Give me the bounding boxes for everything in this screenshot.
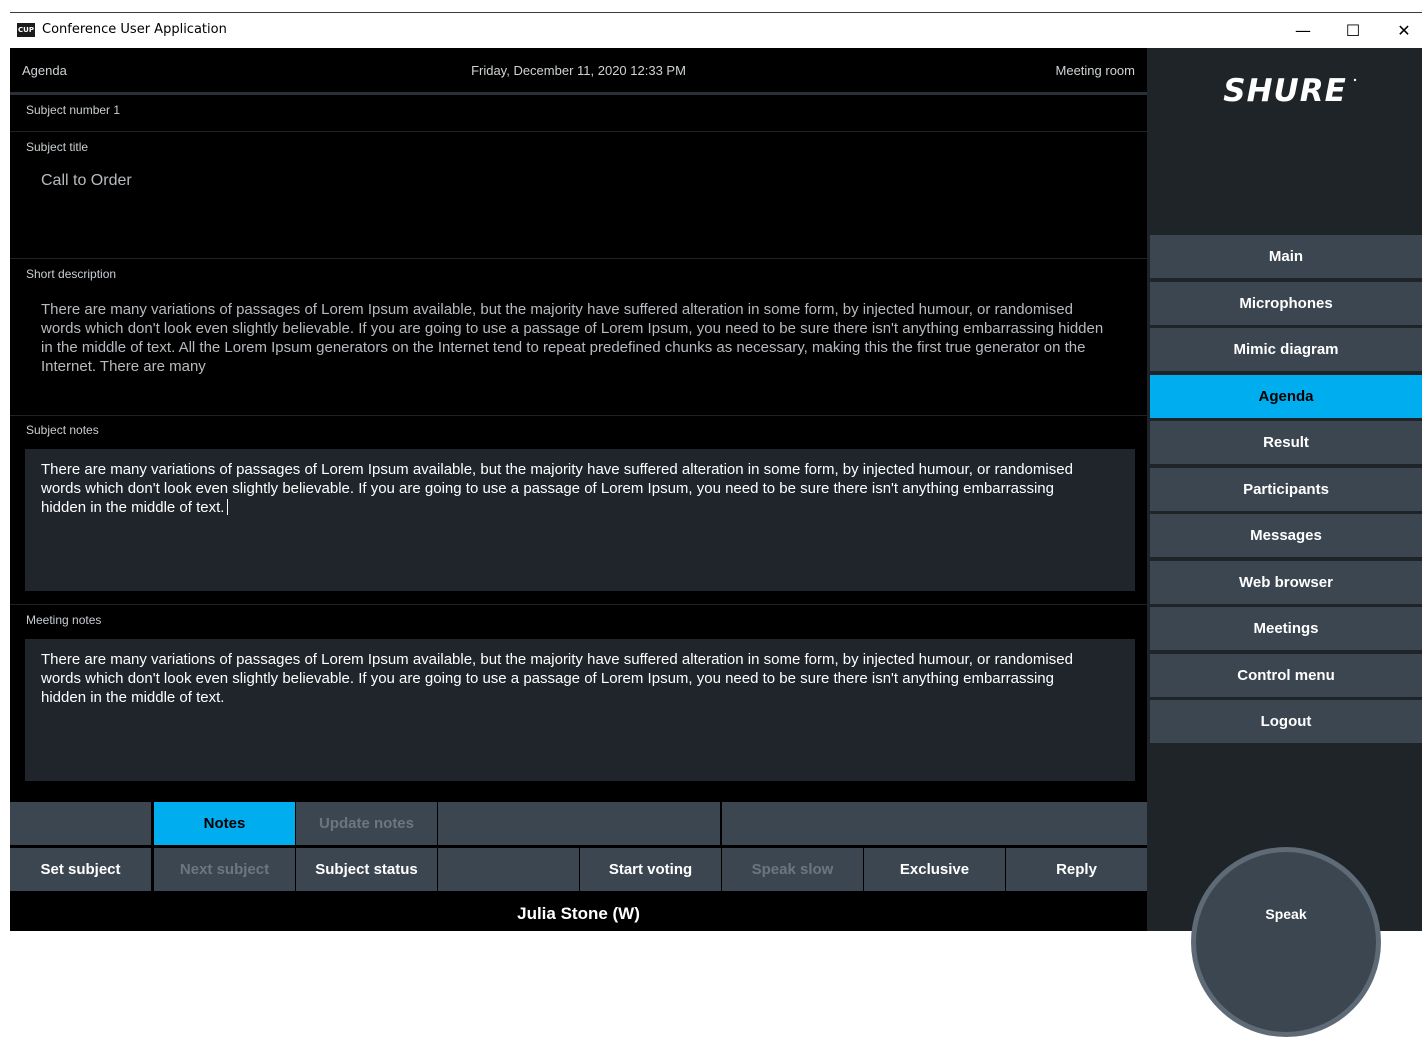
meeting-room-label: Meeting room <box>1055 63 1135 78</box>
speak-button[interactable]: Speak <box>1191 847 1381 1037</box>
nav-control-menu[interactable]: Control menu <box>1150 654 1422 697</box>
nav-meetings[interactable]: Meetings <box>1150 607 1422 650</box>
action-toolbar: Set subject Next subject Subject status … <box>10 848 1147 891</box>
meeting-notes-label: Meeting notes <box>26 613 102 627</box>
app-window: Agenda Friday, December 11, 2020 12:33 P… <box>10 48 1422 1037</box>
maximize-button[interactable]: ☐ <box>1330 13 1376 48</box>
subject-notes-section: Subject notes There are many variations … <box>10 416 1147 605</box>
meeting-notes-section: Meeting notes There are many variations … <box>10 605 1147 795</box>
subject-status-button[interactable]: Subject status <box>296 848 437 891</box>
page-header: Agenda Friday, December 11, 2020 12:33 P… <box>10 48 1147 92</box>
nav-main[interactable]: Main <box>1150 235 1422 278</box>
speak-slow-button[interactable]: Speak slow <box>722 848 863 891</box>
nav-messages[interactable]: Messages <box>1150 514 1422 557</box>
update-notes-button[interactable]: Update notes <box>296 802 437 845</box>
nav-participants[interactable]: Participants <box>1150 468 1422 511</box>
shure-logo-text: SHURE <box>1223 73 1347 108</box>
subject-number-section: Subject number 1 <box>10 95 1147 132</box>
reply-button[interactable]: Reply <box>1006 848 1147 891</box>
notes-button[interactable]: Notes <box>154 802 295 845</box>
next-subject-button[interactable]: Next subject <box>154 848 295 891</box>
start-voting-button[interactable]: Start voting <box>580 848 721 891</box>
exclusive-button[interactable]: Exclusive <box>864 848 1005 891</box>
datetime-display: Friday, December 11, 2020 12:33 PM <box>471 63 686 78</box>
window-titlebar: CUP Conference User Application — ☐ ✕ <box>10 12 1422 48</box>
notes-toolbar: Notes Update notes <box>10 802 1147 845</box>
app-icon: CUP <box>17 23 35 37</box>
shure-logo: SHURE <box>1147 72 1422 113</box>
nav-logout[interactable]: Logout <box>1150 700 1422 743</box>
subject-title-section: Subject title Call to Order <box>10 132 1147 259</box>
empty-slot <box>722 802 1147 845</box>
empty-slot <box>438 802 720 845</box>
subject-notes-text: There are many variations of passages of… <box>41 461 1073 516</box>
navigation-pane: SHURE Main Microphones Mimic diagram Age… <box>1147 48 1422 1037</box>
meeting-notes-text: There are many variations of passages of… <box>41 651 1073 706</box>
empty-slot <box>438 848 579 891</box>
nav-microphones[interactable]: Microphones <box>1150 282 1422 325</box>
current-user-display: Julia Stone (W) <box>10 896 1147 931</box>
window-title: Conference User Application <box>42 22 227 37</box>
agenda-pane: Agenda Friday, December 11, 2020 12:33 P… <box>10 48 1147 931</box>
set-subject-button[interactable]: Set subject <box>10 848 151 891</box>
empty-slot <box>10 802 151 845</box>
meeting-notes-input[interactable]: There are many variations of passages of… <box>25 639 1135 781</box>
speak-button-label: Speak <box>1265 906 1307 922</box>
subject-notes-input[interactable]: There are many variations of passages of… <box>25 449 1135 591</box>
subject-title-label: Subject title <box>26 140 89 154</box>
subject-notes-label: Subject notes <box>26 423 99 437</box>
nav-agenda[interactable]: Agenda <box>1150 375 1422 418</box>
subject-number-label: Subject number 1 <box>26 103 121 117</box>
minimize-button[interactable]: — <box>1280 13 1326 48</box>
short-description-value: There are many variations of passages of… <box>41 301 1104 375</box>
nav-mimic-diagram[interactable]: Mimic diagram <box>1150 328 1422 371</box>
short-description-section: Short description There are many variati… <box>10 259 1147 416</box>
short-description-label: Short description <box>26 267 117 281</box>
nav-result[interactable]: Result <box>1150 421 1422 464</box>
subject-title-value: Call to Order <box>41 172 132 189</box>
text-cursor <box>227 499 229 515</box>
nav-web-browser[interactable]: Web browser <box>1150 561 1422 604</box>
close-button[interactable]: ✕ <box>1381 13 1422 48</box>
